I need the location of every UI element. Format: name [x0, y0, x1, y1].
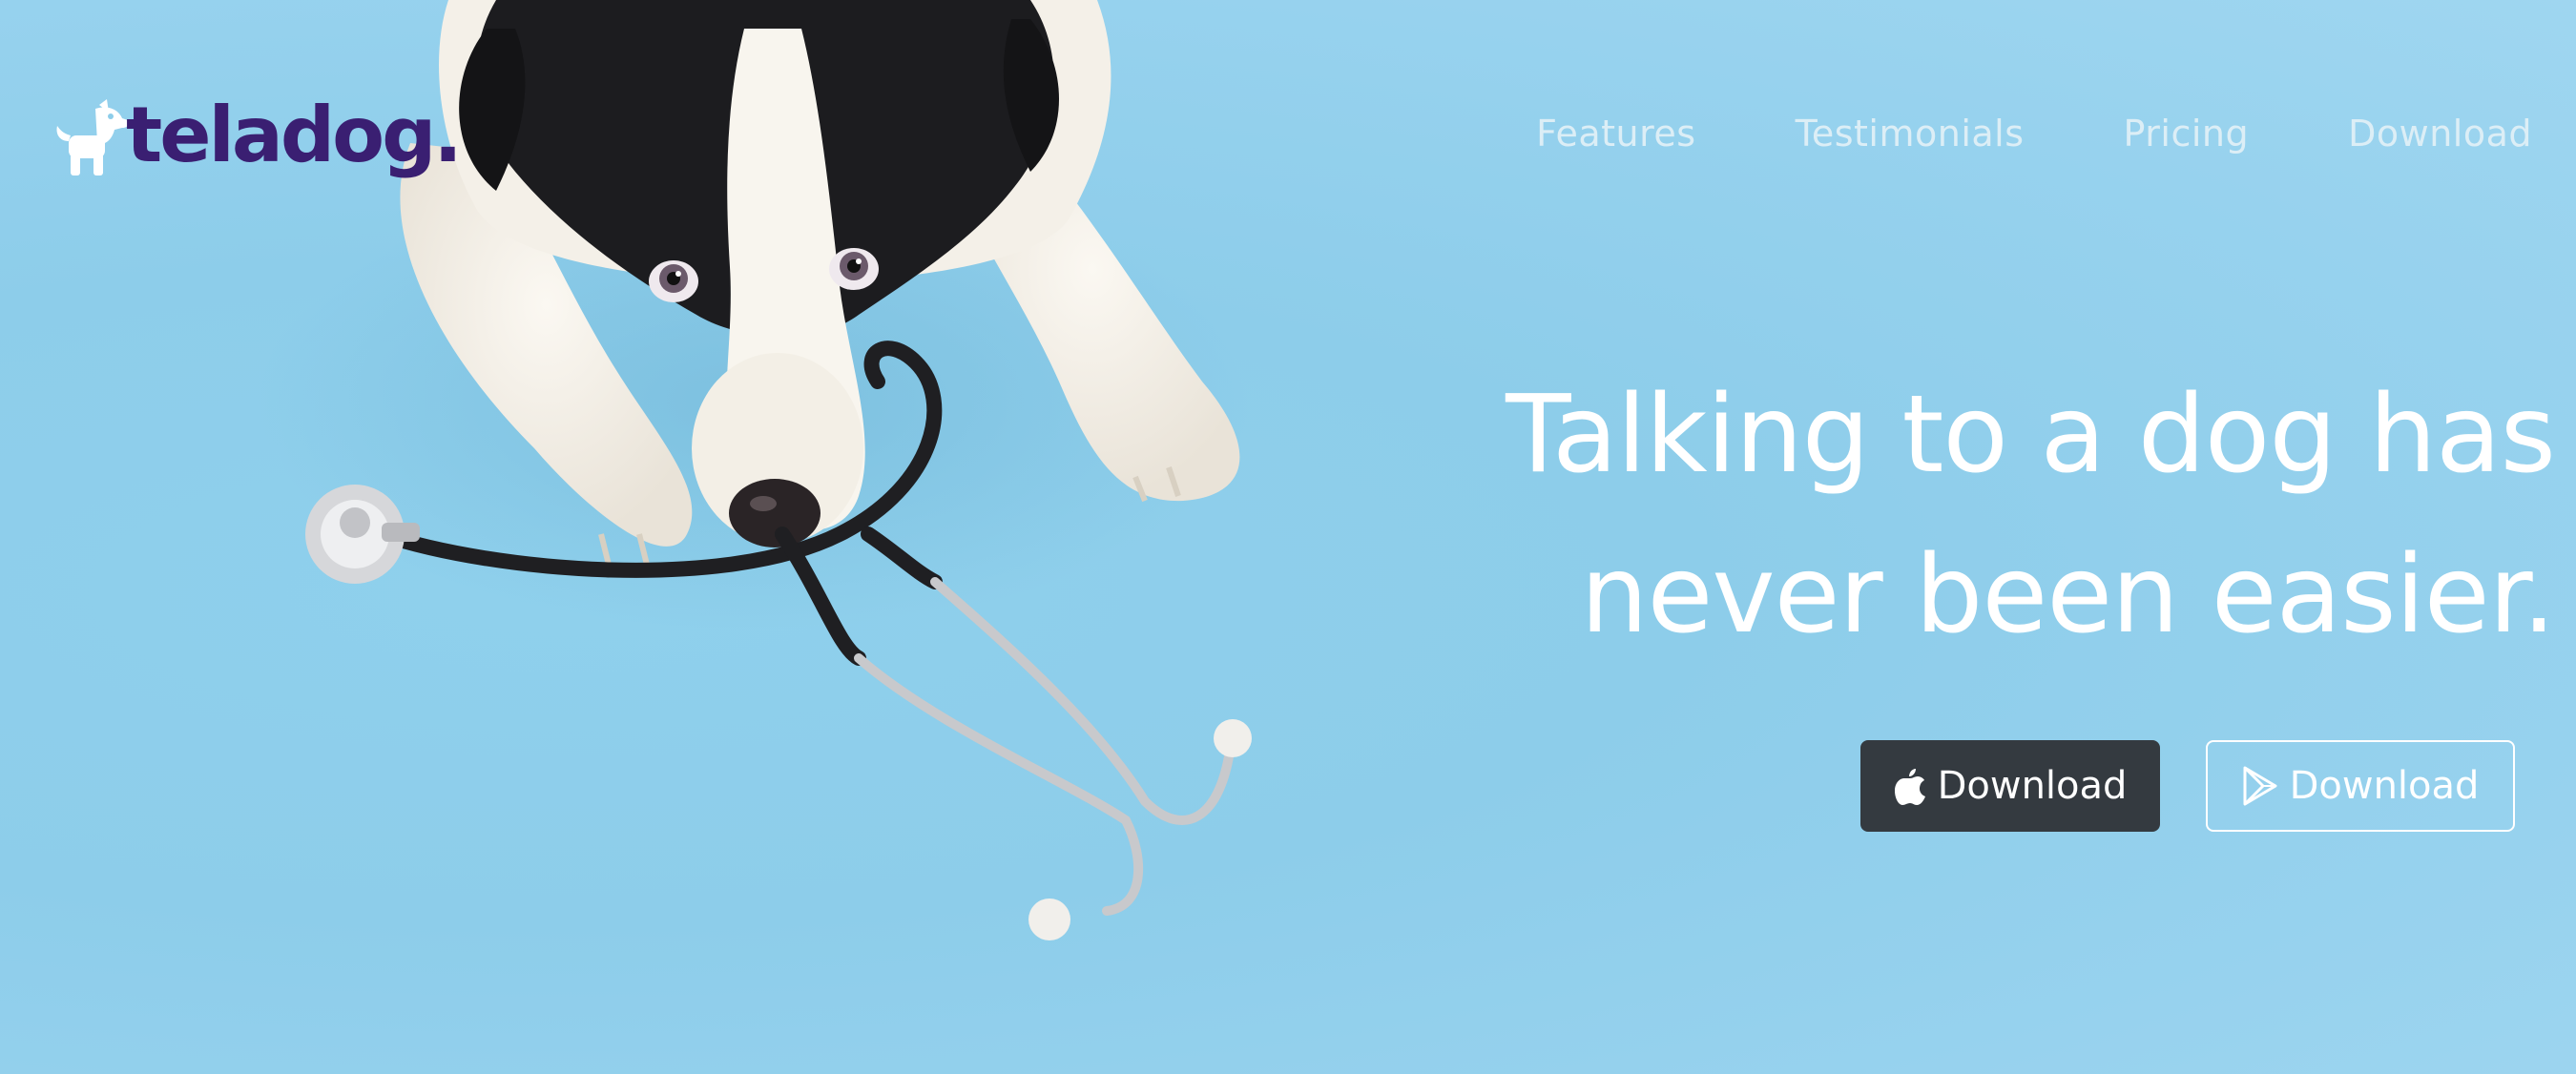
- google-play-icon: [2243, 766, 2277, 806]
- apple-download-label: Download: [1937, 764, 2128, 808]
- main-nav: Features Testimonials Pricing Download: [1536, 113, 2532, 155]
- hero-section: teladog. Features Testimonials Pricing D…: [0, 0, 2576, 1074]
- apple-icon: [1894, 769, 1925, 805]
- nav-features-link[interactable]: Features: [1536, 113, 1695, 155]
- nav-download-link[interactable]: Download: [2348, 113, 2532, 155]
- apple-download-button[interactable]: Download: [1860, 740, 2160, 832]
- nav-testimonials-link[interactable]: Testimonials: [1796, 113, 2025, 155]
- google-play-download-button[interactable]: Download: [2206, 740, 2515, 832]
- hero-headline: Talking to a dog has never been easier.: [1362, 355, 2557, 675]
- google-play-download-label: Download: [2289, 764, 2480, 808]
- dog-icon: [56, 99, 129, 176]
- hero-headline-line-2: never been easier.: [1580, 533, 2557, 657]
- brand-logo[interactable]: teladog.: [52, 91, 463, 183]
- hero-headline-line-1: Talking to a dog has: [1506, 373, 2556, 497]
- nav-pricing-link[interactable]: Pricing: [2124, 113, 2250, 155]
- brand-name: teladog.: [126, 91, 463, 179]
